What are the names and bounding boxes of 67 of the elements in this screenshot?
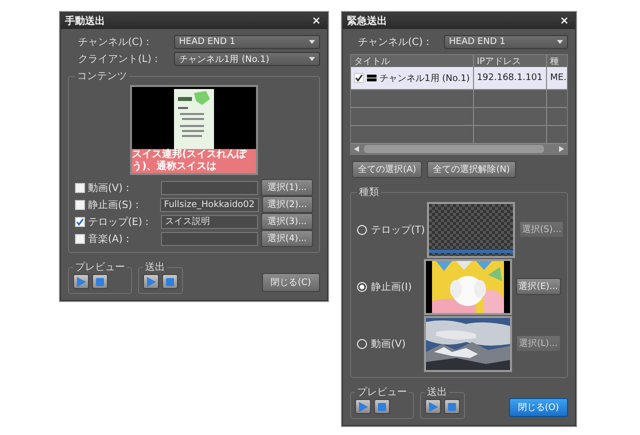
select-button[interactable]: 選択(4)... (261, 230, 313, 247)
caret-icon (309, 40, 315, 44)
field-label: クライアント(L) : (77, 53, 159, 66)
stop-button[interactable] (444, 399, 460, 414)
select-all-button[interactable]: 全ての選択(A) (352, 161, 422, 178)
stop-icon (166, 278, 174, 286)
close-button[interactable]: 閉じる(O) (508, 398, 568, 417)
select-button[interactable]: 選択(3)... (261, 213, 313, 230)
checkbox[interactable] (75, 216, 85, 226)
stop-button[interactable] (374, 399, 390, 414)
play-button[interactable] (355, 399, 371, 414)
select-button[interactable]: 選択(1)... (261, 179, 313, 196)
checkbox-label: 動画(V) : (88, 182, 130, 194)
radio-label: テロップ(T) (371, 224, 423, 236)
stop-icon (378, 402, 386, 410)
play-button[interactable] (425, 399, 441, 414)
dropdown[interactable]: チャンネル1用 (No.1) (174, 52, 320, 66)
radio-label: 静止画(I) (371, 280, 413, 294)
play-button[interactable] (143, 274, 159, 289)
column-header: 種 (549, 56, 560, 68)
play-icon (428, 402, 438, 412)
horizontal-scrollbar[interactable] (351, 144, 567, 154)
window-title: 緊急送出 (347, 14, 387, 28)
radio-button[interactable] (357, 282, 367, 292)
group-title: コンテンツ (76, 70, 128, 83)
radio-label: 動画(V) (371, 338, 407, 350)
stop-button[interactable] (162, 274, 178, 289)
group-title: プレビュー (356, 386, 408, 399)
field-label: チャンネル(C) : (357, 36, 430, 49)
caret-icon (557, 40, 563, 44)
checkbox-label: 音楽(A) : (88, 232, 130, 246)
play-icon (146, 276, 156, 286)
stop-icon (96, 278, 104, 286)
input-field[interactable]: Fullsize_Hokkaido02 (160, 198, 259, 212)
window-title: 手動送出 (65, 14, 105, 28)
play-button[interactable] (73, 274, 89, 289)
checkbox[interactable] (354, 73, 364, 83)
table-cell-text: ME. (549, 72, 567, 85)
scroll-right-icon[interactable] (559, 146, 564, 152)
close-button[interactable]: × (558, 15, 571, 27)
table-cell: 192.168.1.101 (474, 67, 548, 89)
checkbox-label: 静止画(S) : (88, 198, 140, 212)
close-button[interactable]: × (310, 15, 323, 27)
select-button[interactable]: 選択(2)... (262, 196, 313, 213)
scroll-left-icon[interactable] (354, 146, 359, 152)
group-title: 種類 (358, 186, 380, 199)
play-icon (76, 276, 86, 286)
telop-caption: スイス連邦(スイスれんぽう)、通称スイスは (132, 149, 256, 173)
input-field[interactable]: スイス説明 (161, 214, 258, 228)
group-title: 送出 (144, 260, 166, 274)
dropdown[interactable]: HEAD END 1 (174, 35, 320, 49)
group-title: プレビュー (74, 260, 126, 274)
field-label: チャンネル(C) : (77, 36, 150, 49)
stop-icon (448, 402, 456, 410)
select-button[interactable]: 選択(E)... (516, 278, 561, 295)
caret-icon (309, 57, 315, 61)
table-cell-text: チャンネル1用 (No.1) (380, 72, 470, 84)
checkbox-label: テロップ(E) : (88, 216, 150, 228)
input-field[interactable] (161, 180, 258, 194)
table-row[interactable]: チャンネル1用 (No.1) 192.168.1.101 ME. (351, 67, 567, 90)
stop-button[interactable] (92, 274, 108, 289)
input-field[interactable] (161, 232, 258, 246)
close-button[interactable]: 閉じる(C) (262, 273, 320, 292)
dropdown[interactable]: HEAD END 1 (444, 35, 568, 49)
deselect-all-button[interactable]: 全ての選択解除(N) (427, 161, 516, 178)
play-icon (358, 402, 368, 412)
group-title: 送出 (426, 386, 448, 399)
